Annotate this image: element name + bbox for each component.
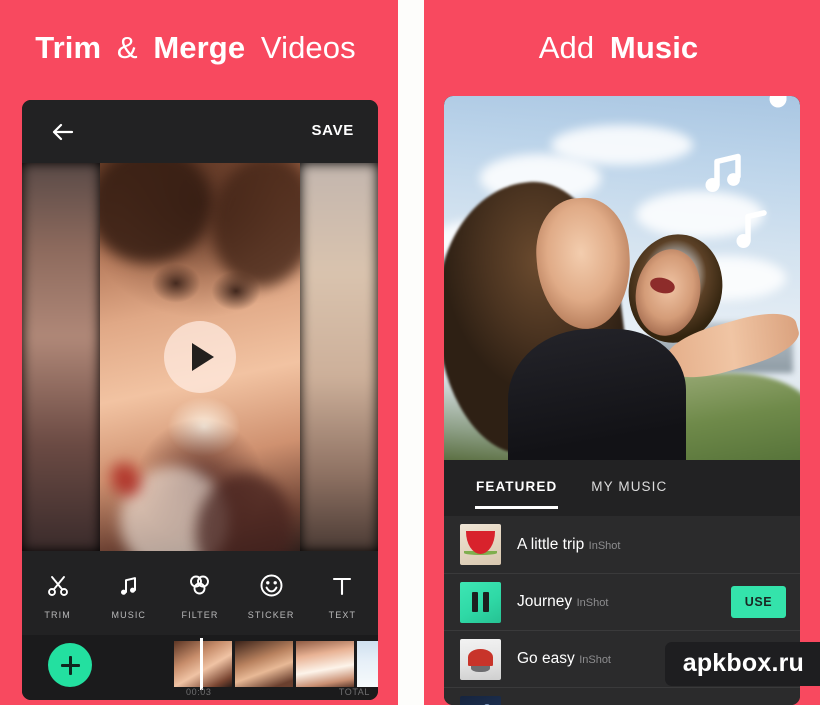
tool-label: STICKER — [247, 609, 295, 620]
album-art-thumbnail — [460, 638, 501, 680]
timeline-current-time: 00:03 — [186, 687, 212, 697]
video-photo-preview[interactable] — [444, 96, 800, 460]
tool-text[interactable]: TEXT — [311, 571, 373, 620]
screenshot-stage: Trim & Merge Videos SAVE TRIM MUSIC FILT… — [0, 0, 820, 705]
music-note-icon — [734, 206, 774, 252]
headline-trim: Trim — [35, 30, 102, 65]
tab-my-music[interactable]: MY MUSIC — [591, 479, 667, 498]
pause-icon — [472, 592, 489, 612]
album-art-thumbnail-playing[interactable] — [460, 581, 501, 623]
clip-thumbnail-strip[interactable] — [174, 641, 378, 687]
play-icon[interactable] — [164, 321, 236, 393]
clip-thumbnail[interactable] — [235, 641, 293, 687]
clip-timeline: 00:03 TOTAL — [22, 635, 378, 700]
tab-featured[interactable]: FEATURED — [474, 479, 559, 509]
smiley-icon — [259, 571, 284, 601]
right-phone-mockup: FEATURED MY MUSIC A little trip InShot J… — [444, 96, 800, 705]
use-button[interactable]: USE — [731, 586, 786, 618]
track-artist: InShot — [588, 539, 621, 552]
site-watermark: apkbox.ru — [664, 642, 820, 686]
save-button[interactable]: SAVE — [311, 122, 354, 139]
photo-figure-body — [508, 328, 687, 460]
tool-trim[interactable]: TRIM — [27, 571, 89, 620]
left-phone-mockup: SAVE TRIM MUSIC FILTER STICKER TEXT 00:0… — [22, 100, 378, 700]
tool-filter[interactable]: FILTER — [169, 571, 231, 620]
clip-thumbnail[interactable] — [174, 641, 232, 687]
album-art-thumbnail — [460, 524, 501, 565]
headline-add: Add — [538, 30, 595, 65]
clip-thumbnail[interactable] — [357, 641, 378, 687]
video-blur-left — [22, 163, 100, 551]
left-promo-panel: Trim & Merge Videos SAVE TRIM MUSIC FILT… — [0, 0, 398, 705]
clip-thumbnail[interactable] — [296, 641, 354, 687]
right-headline: Add Music — [424, 30, 820, 66]
track-title: Go easy — [517, 650, 575, 667]
music-note-icon — [766, 96, 800, 114]
tool-sticker[interactable]: STICKER — [240, 571, 302, 620]
list-item[interactable]: A little trip InShot — [444, 516, 800, 573]
headline-merge: Merge — [153, 30, 246, 65]
headline-videos: Videos — [260, 30, 356, 65]
tool-label: TEXT — [328, 609, 357, 620]
filter-circles-icon — [187, 571, 212, 601]
right-promo-panel: Add Music FEATURED MY MUSIC A little tri… — [424, 0, 820, 705]
list-item[interactable]: Journey InShot USE — [444, 573, 800, 630]
scissors-icon — [46, 571, 70, 601]
track-artist: InShot — [579, 654, 611, 666]
left-headline: Trim & Merge Videos — [0, 30, 398, 66]
track-title: Journey — [517, 593, 573, 610]
play-triangle — [191, 343, 214, 371]
tool-label: MUSIC — [111, 609, 147, 620]
plus-icon — [60, 655, 80, 675]
editor-appbar: SAVE — [22, 100, 378, 163]
video-preview[interactable] — [22, 163, 378, 551]
double-music-note-icon — [699, 148, 749, 198]
arrow-left-icon[interactable] — [50, 119, 76, 145]
track-title: A little trip — [517, 535, 585, 553]
tool-label: TRIM — [44, 609, 71, 620]
text-t-icon — [330, 571, 354, 601]
headline-amp: & — [116, 30, 138, 65]
tool-label: FILTER — [181, 609, 219, 620]
track-artist: InShot — [576, 597, 609, 609]
list-item[interactable]: Memory InShot — [444, 687, 800, 705]
music-tabs: FEATURED MY MUSIC — [444, 460, 800, 516]
panel-divider — [398, 0, 424, 705]
music-note-icon — [117, 571, 141, 601]
headline-music: Music — [609, 30, 699, 65]
timeline-total-label: TOTAL — [338, 687, 370, 697]
album-art-thumbnail — [460, 695, 501, 705]
tool-music[interactable]: MUSIC — [98, 571, 160, 620]
add-clip-button[interactable] — [48, 643, 92, 687]
editor-toolbar: TRIM MUSIC FILTER STICKER TEXT — [22, 551, 378, 635]
video-blur-right — [300, 163, 378, 551]
timeline-playhead[interactable] — [200, 638, 203, 690]
